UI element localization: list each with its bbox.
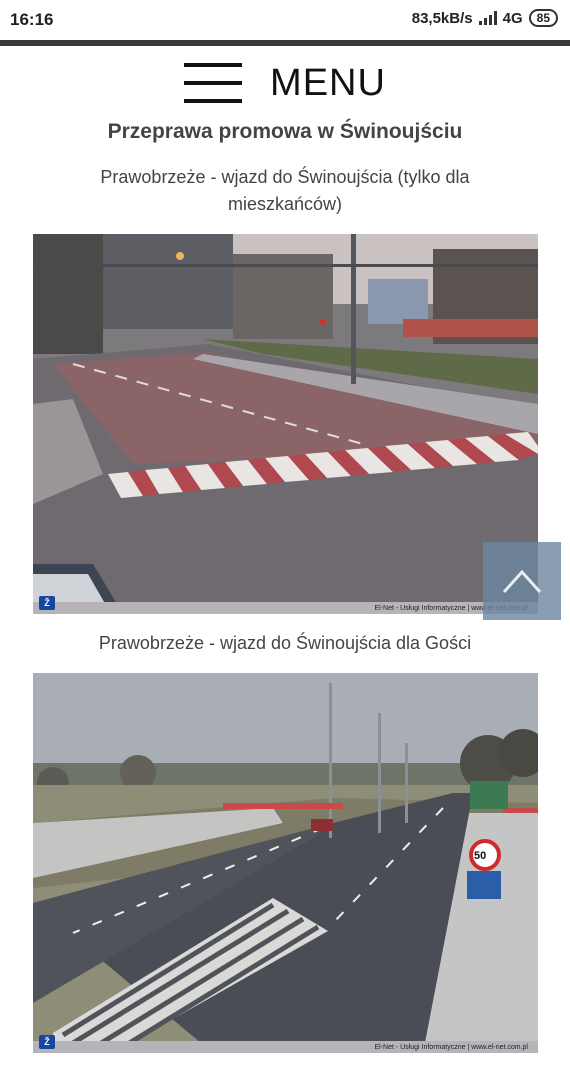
signal-icon <box>478 11 497 25</box>
network-type: 4G <box>502 9 523 27</box>
camera-title: Prawobrzeże - wjazd do Świnoujścia (tylk… <box>100 167 470 214</box>
page-title: Przeprawa promowa w Świnoujściu <box>107 120 463 143</box>
camera-feed-image <box>33 673 538 1053</box>
battery-icon: 85 <box>528 9 558 27</box>
status-time: 16:16 <box>10 10 54 29</box>
camera-logo-icon: Ž <box>39 596 55 610</box>
status-indicators: 83,5kB/s 4G 85 <box>412 9 558 27</box>
speed-limit-sign: 50 <box>474 850 487 862</box>
camera-feed-image <box>33 234 538 614</box>
camera-logo-icon: Ž <box>39 1035 55 1049</box>
camera-image[interactable]: 50 Ž El-Net - Usługi Informatyczne | www… <box>33 673 538 1053</box>
status-bar: 16:16 83,5kB/s 4G 85 <box>0 0 570 40</box>
menu-button[interactable]: MENU <box>0 58 570 108</box>
menu-label[interactable]: MENU <box>270 62 386 105</box>
camera-image[interactable]: Ž El-Net - Usługi Informatyczne | www.el… <box>33 234 538 614</box>
network-speed: 83,5kB/s <box>411 9 473 27</box>
camera-title: Prawobrzeże - wjazd do Świnoujścia dla G… <box>98 633 472 653</box>
scroll-to-top-button[interactable] <box>483 542 561 620</box>
camera-watermark: El-Net - Usługi Informatyczne | www.el-n… <box>374 1044 528 1051</box>
hamburger-icon[interactable] <box>184 63 243 103</box>
chevron-up-icon <box>502 569 542 594</box>
header-divider <box>0 40 570 46</box>
